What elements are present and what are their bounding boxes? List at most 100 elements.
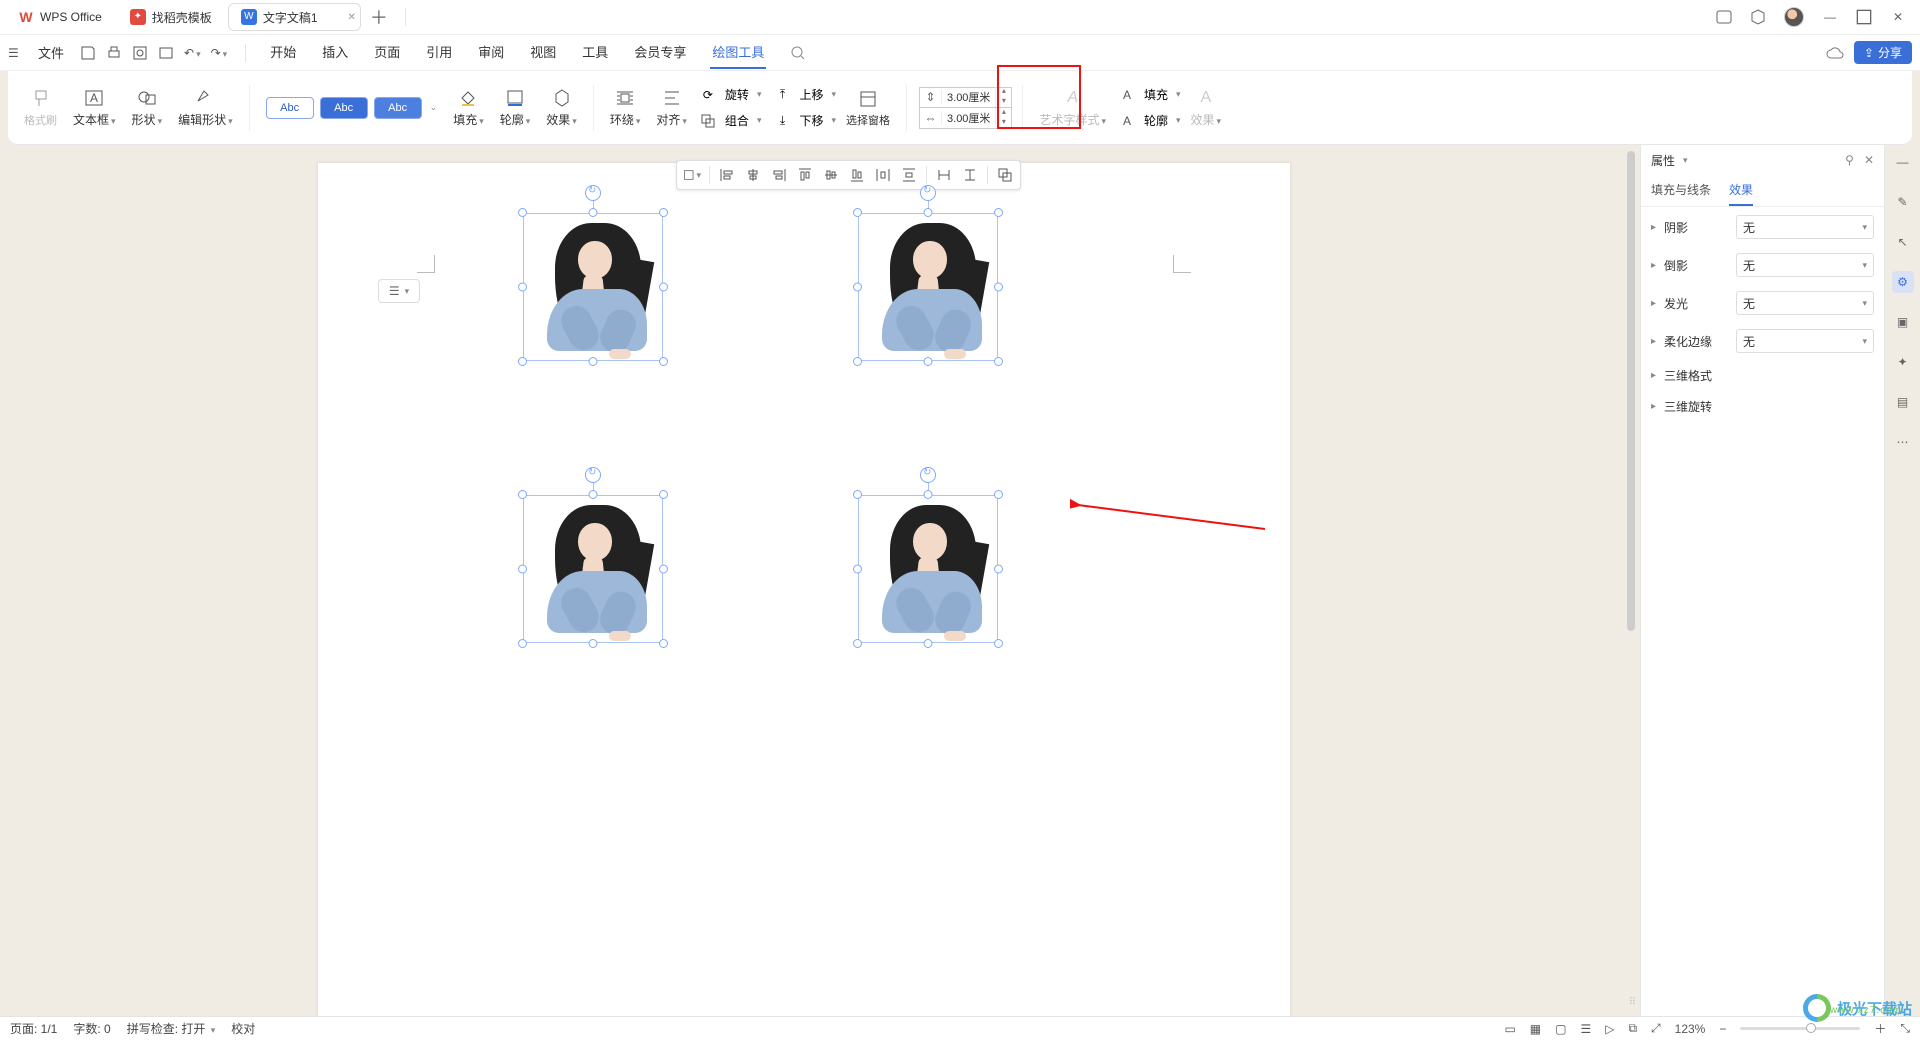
link-icon[interactable]: ⧉ [1628,1021,1637,1036]
rotate-handle[interactable] [585,185,601,201]
user-avatar[interactable] [1784,7,1804,27]
distribute-v-icon[interactable] [900,166,918,184]
send-backward-button[interactable]: ⤓下移▾ [771,110,836,132]
status-spellcheck[interactable]: 拼写检查: 打开 ▾ [127,1020,216,1037]
text-outline-button[interactable]: A轮廓▾ [1116,110,1181,132]
align-button[interactable]: 对齐▾ [650,87,693,128]
align-right-icon[interactable] [770,166,788,184]
book-view-icon[interactable]: ▭ [1504,1022,1515,1036]
selected-image-2[interactable] [858,213,998,361]
view-mode-icon[interactable] [158,45,174,61]
ribbon-tab-member[interactable]: 会员专享 [632,36,688,69]
width-value[interactable]: 3.00厘米 [942,110,995,126]
selected-image-3[interactable] [523,495,663,643]
tab-template[interactable]: ✦ 找稻壳模板 [118,3,224,31]
prop-row-glow[interactable]: ▸发光无▾ [1651,291,1874,315]
ribbon-tab-page[interactable]: 页面 [372,36,402,69]
share-button[interactable]: ⇪分享 [1854,41,1912,64]
ribbon-tab-view[interactable]: 视图 [528,36,558,69]
align-bottom-icon[interactable] [848,166,866,184]
save-icon[interactable] [80,45,96,61]
shape-outline-button[interactable]: 轮廓▾ [494,87,537,128]
outline-view-icon[interactable]: ☰ [1580,1022,1591,1036]
hamburger-icon[interactable]: ☰ [8,46,26,60]
ribbon-tab-drawing[interactable]: 绘图工具 [710,36,766,69]
textbox-button[interactable]: A 文本框▾ [67,87,122,128]
page-ruler-handle[interactable]: ⠿ [1629,153,1636,164]
reflection-select[interactable]: 无▾ [1736,253,1874,277]
style-preset-1[interactable]: Abc [266,97,314,119]
undo-icon[interactable]: ↶▾ [184,46,201,60]
status-words[interactable]: 字数: 0 [73,1020,110,1037]
gallery-more-icon[interactable]: ⌄ [430,102,438,113]
layout-tool-icon[interactable]: ▤ [1892,391,1914,413]
scroll-thumb[interactable] [1627,151,1635,631]
text-fill-button[interactable]: A填充▾ [1116,84,1181,106]
status-proof[interactable]: 校对 [231,1020,255,1037]
bring-forward-button[interactable]: ⤒上移▾ [771,84,836,106]
softedge-select[interactable]: 无▾ [1736,329,1874,353]
panel-tab-effects[interactable]: 效果 [1729,175,1753,206]
media-tool-icon[interactable]: ▣ [1892,311,1914,333]
prop-row-3d-format[interactable]: ▸三维格式 [1651,367,1874,384]
stepper-up[interactable]: ▴ [996,108,1011,118]
close-panel-icon[interactable]: ✕ [1864,153,1874,167]
ribbon-tab-review[interactable]: 审阅 [476,36,506,69]
prop-row-3d-rotation[interactable]: ▸三维旋转 [1651,398,1874,415]
tab-document[interactable]: W 文字文稿1 ✕ [228,3,361,31]
format-painter[interactable]: 格式刷 [18,88,63,128]
cube-icon[interactable] [1750,9,1766,25]
group-button[interactable]: 组合▾ [697,110,762,132]
rotate-handle[interactable] [920,185,936,201]
zoom-knob[interactable] [1806,1023,1816,1033]
shape-fill-button[interactable]: 填充▾ [447,87,490,128]
close-tab-icon[interactable]: ✕ [348,12,356,23]
close-window-icon[interactable]: ✕ [1890,9,1906,25]
magic-tool-icon[interactable]: ✦ [1892,351,1914,373]
group-icon[interactable] [996,166,1014,184]
zoom-out-icon[interactable]: − [1719,1022,1726,1036]
ribbon-tab-insert[interactable]: 插入 [320,36,350,69]
selected-image-4[interactable] [858,495,998,643]
document-page[interactable]: ▾ ☰▾ [318,163,1290,1016]
style-preset-3[interactable]: Abc [374,97,422,119]
panel-tab-fill[interactable]: 填充与线条 [1651,175,1711,206]
file-menu[interactable]: 文件 [38,43,64,62]
shape-style-gallery[interactable]: Abc Abc Abc ⌄ [260,97,444,119]
zoom-value[interactable]: 123% [1675,1022,1706,1036]
height-field[interactable]: ⇕ 3.00厘米 ▴▾ [919,87,1012,108]
align-center-h-icon[interactable] [744,166,762,184]
wrap-button[interactable]: 环绕▾ [604,87,647,128]
search-icon[interactable] [790,45,806,61]
selection-pane-button[interactable]: 选择窗格 [840,88,896,128]
pointer-tool-icon[interactable]: ↖ [1892,231,1914,253]
ribbon-tab-start[interactable]: 开始 [268,36,298,69]
print-preview-icon[interactable] [132,45,148,61]
rotate-button[interactable]: ⟳旋转▾ [697,84,762,106]
zoom-in-icon[interactable]: ＋ [1874,1020,1886,1037]
vertical-scrollbar[interactable] [1624,147,1638,1014]
width-field[interactable]: ⇔ 3.00厘米 ▴▾ [919,108,1012,129]
shape-effects-button[interactable]: 效果▾ [540,87,583,128]
fit-view-icon[interactable]: ⤢ [1651,1021,1661,1036]
stepper-down[interactable]: ▾ [996,97,1011,107]
settings-tool-icon[interactable]: ⚙ [1892,271,1914,293]
pin-icon[interactable]: ⚲ [1845,153,1854,167]
edit-shape-button[interactable]: 编辑形状▾ [172,87,239,128]
selected-image-1[interactable] [523,213,663,361]
equal-height-icon[interactable] [961,166,979,184]
grid-view-icon[interactable]: ▦ [1530,1022,1541,1036]
web-view-icon[interactable]: ▢ [1555,1022,1566,1036]
stepper-down[interactable]: ▾ [996,118,1011,128]
page-ruler-handle[interactable]: ⠿ [1629,997,1636,1008]
shadow-select[interactable]: 无▾ [1736,215,1874,239]
fullscreen-icon[interactable]: ⤡ [1900,1021,1910,1036]
minimize-icon[interactable]: — [1822,9,1838,25]
rotate-handle[interactable] [920,467,936,483]
align-middle-v-icon[interactable] [822,166,840,184]
collapse-panel-icon[interactable]: — [1892,151,1914,173]
style-preset-2[interactable]: Abc [320,97,368,119]
redo-icon[interactable]: ↷▾ [211,46,228,60]
height-value[interactable]: 3.00厘米 [942,89,995,105]
cloud-icon[interactable] [1826,46,1844,60]
